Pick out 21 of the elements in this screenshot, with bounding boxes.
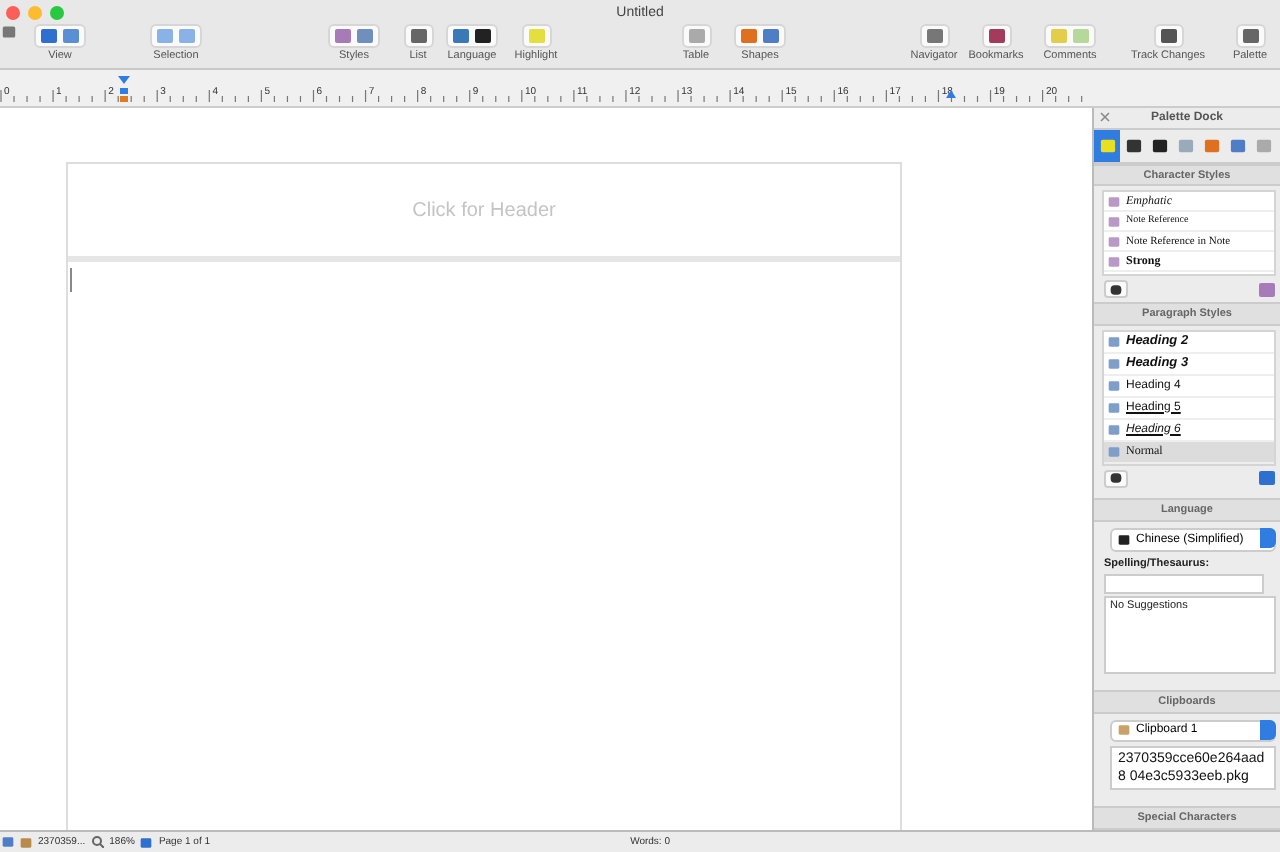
gear-menu-button[interactable] [1104, 280, 1128, 299]
tab-stop-icon[interactable] [946, 90, 956, 98]
navigator-button[interactable] [919, 24, 949, 48]
language-button[interactable] [446, 24, 498, 48]
spelling-input-field[interactable] [1104, 573, 1264, 594]
close-window-button[interactable] [6, 5, 20, 19]
selection-button[interactable] [150, 24, 202, 48]
zoom-window-button[interactable] [50, 5, 64, 19]
bookmarks-button[interactable] [981, 24, 1011, 48]
shapes-button[interactable] [734, 24, 786, 48]
palettes-button[interactable] [1235, 24, 1265, 48]
gear-menu-button[interactable] [1104, 469, 1128, 488]
list-button[interactable] [403, 24, 433, 48]
styles-button[interactable] [328, 24, 380, 48]
text-cursor [70, 268, 72, 292]
indent-marker-icon[interactable] [118, 76, 130, 104]
table-button[interactable] [681, 24, 711, 48]
close-icon[interactable] [1100, 112, 1110, 123]
view-button[interactable] [34, 24, 86, 48]
track-button[interactable] [1153, 24, 1183, 48]
zoom-icon[interactable] [91, 836, 104, 848]
